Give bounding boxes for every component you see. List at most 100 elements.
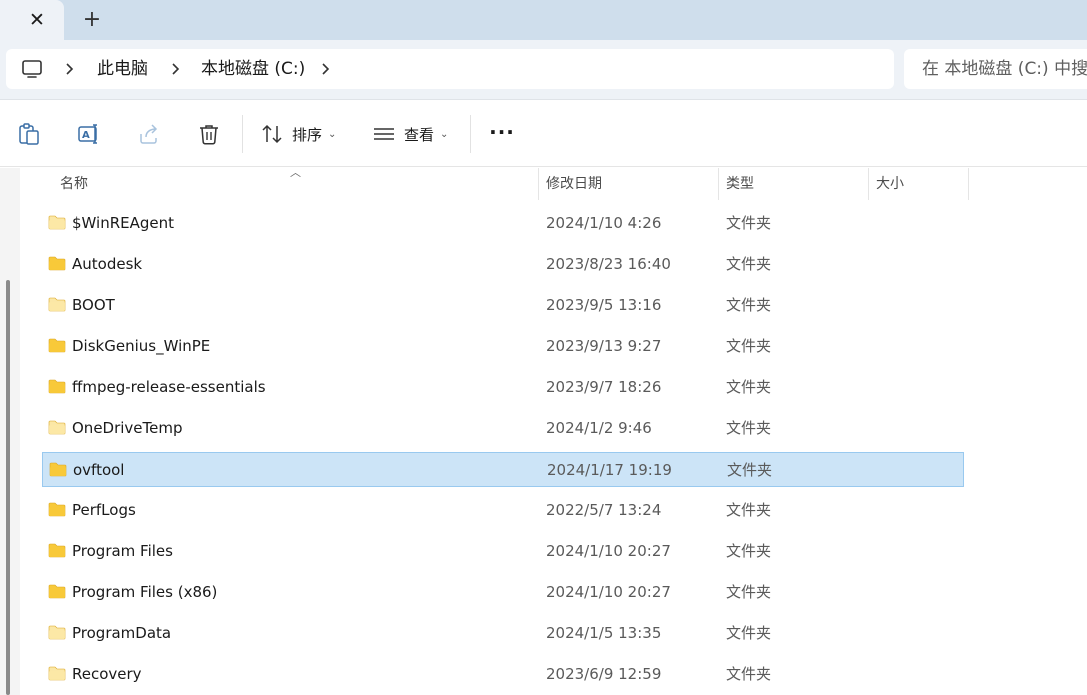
file-modified-date: 2023/6/9 12:59 [546, 665, 662, 683]
file-type: 文件夹 [726, 337, 772, 355]
file-modified-date: 2024/1/2 9:46 [546, 419, 652, 437]
column-header-type[interactable]: 类型 [726, 168, 754, 200]
address-bar[interactable]: 此电脑 本地磁盘 (C:) [6, 49, 894, 89]
folder-icon [48, 502, 66, 517]
file-name: ProgramData [72, 624, 172, 642]
column-divider[interactable] [538, 168, 539, 200]
chevron-right-icon[interactable] [170, 59, 182, 79]
folder-icon [48, 297, 66, 312]
navigation-pane [0, 168, 20, 695]
sort-icon [262, 124, 282, 144]
file-row[interactable]: Recovery 2023/6/9 12:59 文件夹 [42, 657, 964, 692]
search-input[interactable]: 在 本地磁盘 (C:) 中搜索 [904, 49, 1087, 89]
file-row[interactable]: ProgramData 2024/1/5 13:35 文件夹 [42, 616, 964, 651]
file-modified-date: 2024/1/10 4:26 [546, 214, 662, 232]
folder-icon [48, 625, 66, 640]
file-name: OneDriveTemp [72, 419, 183, 437]
folder-icon [48, 338, 66, 353]
view-button[interactable]: 查看 ⌄ [372, 121, 448, 147]
search-placeholder: 在 本地磁盘 (C:) 中搜索 [922, 59, 1087, 79]
more-options-icon[interactable]: ··· [488, 121, 516, 147]
file-name: ffmpeg-release-essentials [72, 378, 266, 396]
column-divider[interactable] [968, 168, 969, 200]
delete-icon[interactable] [197, 122, 221, 146]
file-row[interactable]: BOOT 2023/9/5 13:16 文件夹 [42, 288, 964, 323]
new-tab-icon[interactable]: + [80, 9, 104, 33]
tab-strip: ✕ + [0, 0, 1087, 40]
file-row[interactable]: Program Files 2024/1/10 20:27 文件夹 [42, 534, 964, 569]
file-row[interactable]: ffmpeg-release-essentials 2023/9/7 18:26 文… [42, 370, 964, 405]
chevron-right-icon[interactable] [64, 59, 76, 79]
folder-icon [49, 462, 67, 477]
file-type: 文件夹 [727, 461, 773, 479]
folder-icon [48, 420, 66, 435]
file-modified-date: 2024/1/5 13:35 [546, 624, 662, 642]
active-tab[interactable]: ✕ [0, 0, 64, 40]
sort-button[interactable]: 排序 ⌄ [260, 121, 336, 147]
file-row[interactable]: Autodesk 2023/8/23 16:40 文件夹 [42, 247, 964, 282]
folder-icon [48, 215, 66, 230]
file-modified-date: 2024/1/10 20:27 [546, 583, 671, 601]
rename-icon[interactable]: A [77, 122, 101, 146]
column-divider[interactable] [868, 168, 869, 200]
file-name: PerfLogs [72, 501, 136, 519]
folder-icon [48, 543, 66, 558]
file-type: 文件夹 [726, 214, 772, 232]
file-modified-date: 2023/9/5 13:16 [546, 296, 662, 314]
file-name: Program Files [72, 542, 173, 560]
file-type: 文件夹 [726, 296, 772, 314]
file-name: Recovery [72, 665, 142, 683]
command-bar: A 排序 ⌄ 查看 ⌄ ··· [0, 101, 1087, 167]
file-modified-date: 2023/8/23 16:40 [546, 255, 671, 273]
file-modified-date: 2024/1/17 19:19 [547, 461, 672, 479]
file-type: 文件夹 [726, 542, 772, 560]
address-row: 此电脑 本地磁盘 (C:) 在 本地磁盘 (C:) 中搜索 [0, 40, 1087, 100]
file-row[interactable]: DiskGenius_WinPE 2023/9/13 9:27 文件夹 [42, 329, 964, 364]
file-row[interactable]: PerfLogs 2022/5/7 13:24 文件夹 [42, 493, 964, 528]
file-name: Autodesk [72, 255, 143, 273]
svg-text:A: A [82, 130, 90, 141]
folder-icon [48, 379, 66, 394]
file-name: ovftool [73, 461, 125, 479]
column-header-name[interactable]: 名称 [60, 168, 88, 200]
sort-label: 排序 [292, 125, 323, 144]
sort-ascending-icon: ︿ [290, 166, 301, 179]
file-modified-date: 2023/9/7 18:26 [546, 378, 662, 396]
file-type: 文件夹 [726, 583, 772, 601]
breadcrumb-local-disk[interactable]: 本地磁盘 (C:) [201, 57, 305, 81]
file-name: $WinREAgent [72, 214, 175, 232]
file-modified-date: 2023/9/13 9:27 [546, 337, 662, 355]
column-header-size[interactable]: 大小 [876, 168, 904, 200]
folder-icon [48, 256, 66, 271]
file-type: 文件夹 [726, 665, 772, 683]
close-tab-icon[interactable]: ✕ [26, 9, 48, 31]
file-name: Program Files (x86) [72, 583, 218, 601]
column-divider[interactable] [718, 168, 719, 200]
file-type: 文件夹 [726, 501, 772, 519]
folder-icon [48, 584, 66, 599]
chevron-down-icon: ⌄ [440, 128, 449, 140]
scrollbar-thumb[interactable] [6, 280, 10, 695]
file-name: BOOT [72, 296, 115, 314]
view-label: 查看 [404, 125, 435, 144]
view-list-icon [374, 128, 394, 140]
file-row[interactable]: ovftool 2024/1/17 19:19 文件夹 [42, 452, 964, 487]
folder-icon [48, 666, 66, 681]
column-header-modified[interactable]: 修改日期 [546, 168, 602, 200]
file-type: 文件夹 [726, 255, 772, 273]
file-row[interactable]: $WinREAgent 2024/1/10 4:26 文件夹 [42, 206, 964, 241]
chevron-right-icon[interactable] [320, 59, 332, 79]
file-modified-date: 2022/5/7 13:24 [546, 501, 662, 519]
file-row[interactable]: Program Files (x86) 2024/1/10 20:27 文件夹 [42, 575, 964, 610]
breadcrumb-this-pc[interactable]: 此电脑 [97, 57, 148, 81]
chevron-down-icon: ⌄ [328, 128, 337, 140]
file-modified-date: 2024/1/10 20:27 [546, 542, 671, 560]
file-type: 文件夹 [726, 624, 772, 642]
file-list-pane: ︿ 名称 修改日期 类型 大小 $WinREAgent 2024/1/10 4:2… [0, 166, 1087, 695]
toolbar-separator [242, 115, 243, 153]
paste-icon[interactable] [17, 122, 41, 146]
file-name: DiskGenius_WinPE [72, 337, 211, 355]
share-icon[interactable] [137, 122, 161, 146]
computer-icon[interactable] [20, 57, 44, 81]
file-row[interactable]: OneDriveTemp 2024/1/2 9:46 文件夹 [42, 411, 964, 446]
